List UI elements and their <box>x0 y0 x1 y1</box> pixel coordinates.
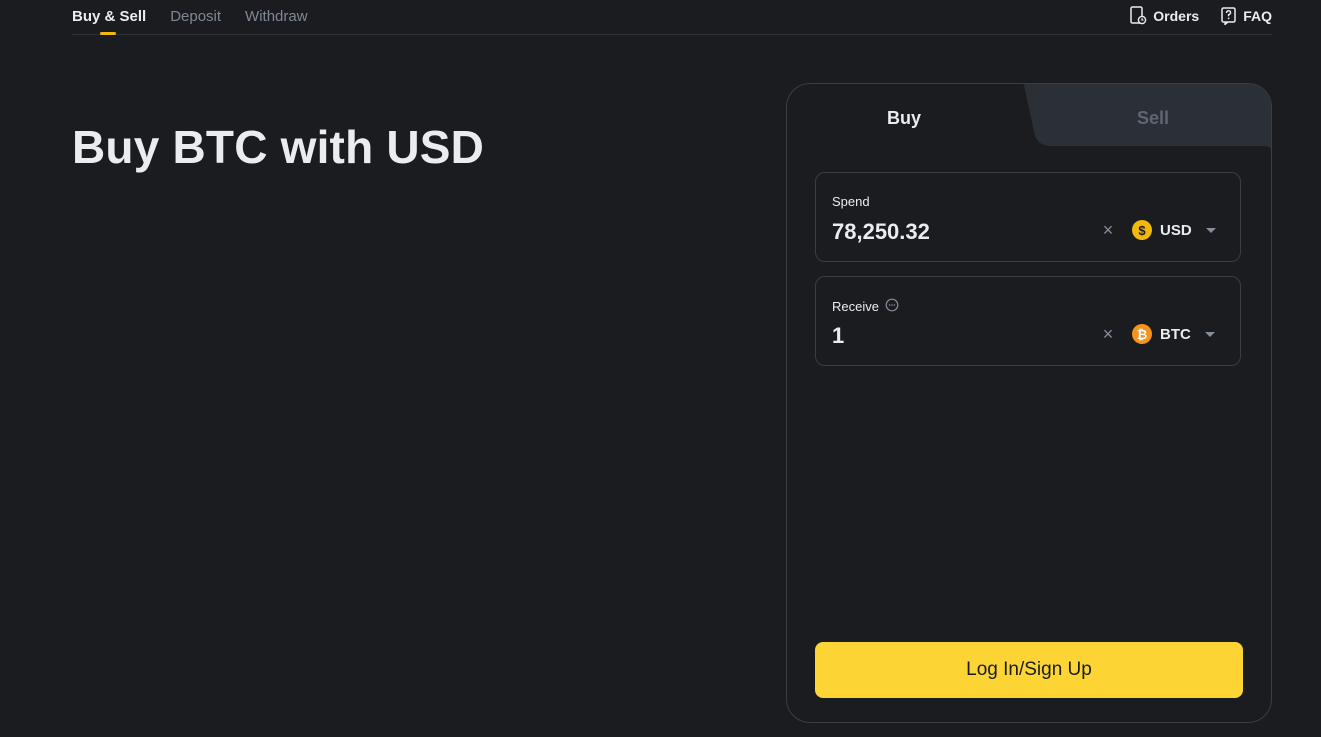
tab-buy[interactable]: Buy <box>887 108 921 129</box>
receive-label-text: Receive <box>832 299 879 314</box>
spend-currency-code: USD <box>1160 221 1192 239</box>
orders-icon <box>1130 6 1147 25</box>
nav-tabs: Buy & Sell Deposit Withdraw <box>72 8 308 35</box>
sell-tab-background <box>1023 84 1271 150</box>
receive-clear-icon[interactable]: × <box>1100 325 1116 343</box>
spend-amount-input[interactable] <box>832 219 1072 245</box>
nav-right: Orders FAQ <box>1130 6 1272 25</box>
page-title: Buy BTC with USD <box>72 121 485 173</box>
faq-link[interactable]: FAQ <box>1221 6 1272 25</box>
receive-amount-input[interactable] <box>832 323 1072 349</box>
tab-withdraw[interactable]: Withdraw <box>245 8 308 34</box>
tab-deposit-label: Deposit <box>170 8 222 25</box>
btc-coin-icon: ₿ <box>1132 324 1152 344</box>
page: Buy & Sell Deposit Withdraw Orders FAQ B… <box>0 0 1321 737</box>
receive-currency-code: BTC <box>1160 325 1191 343</box>
tab-buy-sell[interactable]: Buy & Sell <box>72 8 147 35</box>
spend-currency-select[interactable]: $ USD <box>1132 220 1216 240</box>
trade-card: Buy Sell Spend × $ USD Receive <box>786 83 1272 723</box>
tab-sell[interactable]: Sell <box>1137 108 1169 129</box>
spend-clear-icon[interactable]: × <box>1100 221 1116 239</box>
tab-buy-sell-label: Buy & Sell <box>72 8 147 25</box>
faq-icon <box>1221 6 1237 25</box>
active-tab-indicator <box>100 32 116 35</box>
spend-label-text: Spend <box>832 194 870 209</box>
faq-label: FAQ <box>1243 7 1272 24</box>
receive-label: Receive <box>832 298 899 315</box>
usd-coin-icon: $ <box>1132 220 1152 240</box>
info-icon[interactable] <box>885 298 899 315</box>
spend-field: Spend × $ USD <box>815 172 1241 262</box>
receive-field: Receive × ₿ BTC <box>815 276 1241 366</box>
chevron-down-icon <box>1204 331 1215 337</box>
trade-tabbar: Buy Sell <box>787 84 1271 150</box>
spend-label: Spend <box>832 194 870 209</box>
login-signup-button[interactable]: Log In/Sign Up <box>815 642 1243 698</box>
receive-currency-select[interactable]: ₿ BTC <box>1132 324 1215 344</box>
orders-link[interactable]: Orders <box>1130 6 1199 25</box>
tab-withdraw-label: Withdraw <box>245 8 308 25</box>
top-nav: Buy & Sell Deposit Withdraw Orders FAQ <box>72 0 1272 35</box>
orders-label: Orders <box>1153 7 1200 24</box>
chevron-down-icon <box>1205 227 1216 233</box>
tab-deposit[interactable]: Deposit <box>170 8 221 34</box>
